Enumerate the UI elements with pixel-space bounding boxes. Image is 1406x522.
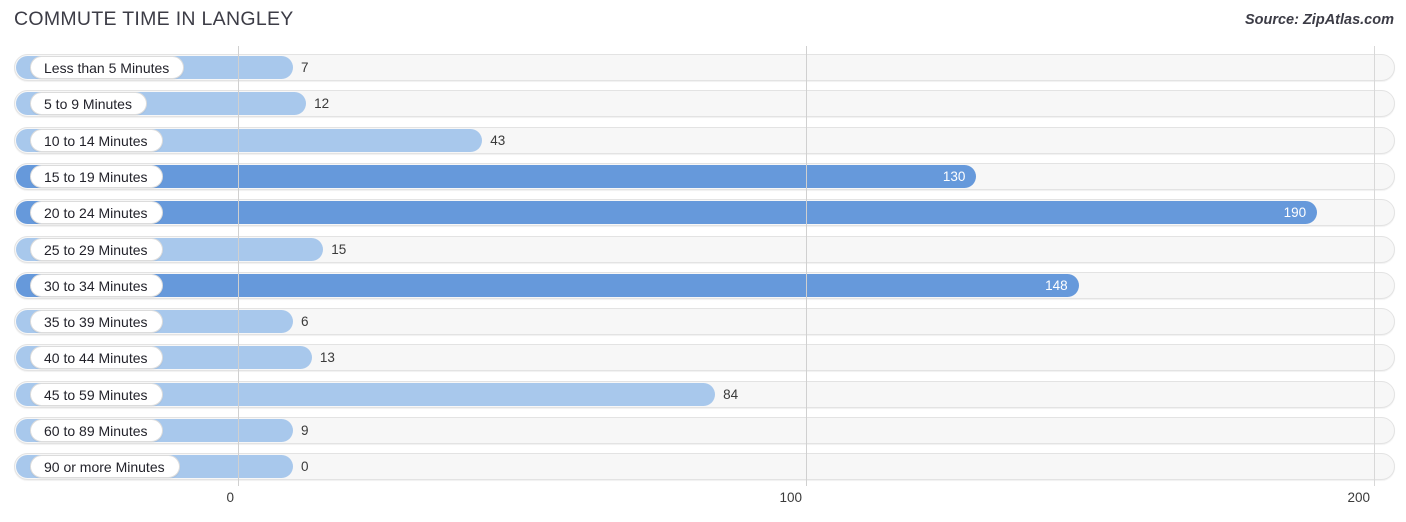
bar-value-label: 12	[314, 96, 330, 112]
page-title: COMMUTE TIME IN LANGLEY	[14, 8, 294, 30]
gridline-100	[806, 46, 807, 486]
bar-value-label: 0	[301, 459, 309, 475]
x-tick-label: 200	[1347, 490, 1370, 505]
x-axis: 0 100 200	[0, 487, 1406, 522]
gridline-0	[238, 46, 239, 486]
bar-value-label: 84	[723, 386, 739, 402]
bar-value-label: 13	[319, 350, 335, 366]
bar-value-label: 6	[301, 314, 309, 330]
bar-fill: 148	[16, 273, 1079, 297]
x-tick-label: 100	[779, 490, 802, 505]
bar-value-label: 43	[490, 132, 506, 148]
category-label: 15 to 19 Minutes	[30, 164, 163, 188]
category-label: 30 to 34 Minutes	[30, 273, 163, 297]
category-label: 60 to 89 Minutes	[30, 419, 163, 442]
bar-row[interactable]: 130 15 to 19 Minutes	[14, 162, 1395, 190]
bar-row[interactable]: 12 5 to 9 Minutes	[14, 90, 1395, 118]
bar-value-label: 148	[1045, 277, 1068, 293]
x-tick-label: 0	[226, 490, 234, 505]
source-attribution: Source: ZipAtlas.com	[1244, 12, 1394, 28]
category-label: 35 to 39 Minutes	[30, 310, 163, 334]
bar-row[interactable]: 7 Less than 5 Minutes	[14, 54, 1395, 81]
category-label: 90 or more Minutes	[30, 455, 180, 479]
bar-value-label: 15	[331, 241, 347, 257]
bar-fill: 190	[16, 201, 1318, 225]
bar-value-label: 130	[942, 168, 966, 184]
chart-plot-area: 7 Less than 5 Minutes 12 5 to 9 Minutes 43 10…	[0, 46, 1406, 486]
category-label: Less than 5 Minutes	[30, 56, 185, 79]
category-label: 40 to 44 Minutes	[30, 346, 163, 370]
bar-value-label: 7	[301, 60, 309, 75]
bar-row[interactable]: 13 40 to 44 Minutes	[14, 344, 1395, 372]
category-label: 10 to 14 Minutes	[30, 128, 163, 152]
category-label: 45 to 59 Minutes	[30, 382, 163, 406]
bar-row[interactable]: 9 60 to 89 Minutes	[14, 417, 1395, 444]
category-label: 20 to 24 Minutes	[30, 201, 163, 225]
bar-value-label: 9	[301, 423, 309, 438]
bar-row[interactable]: 84 45 to 59 Minutes	[14, 380, 1395, 408]
bar-row[interactable]: 148 30 to 34 Minutes	[14, 271, 1395, 299]
bar-value-label: 190	[1283, 205, 1307, 221]
bar-row[interactable]: 190 20 to 24 Minutes	[14, 199, 1395, 227]
bar-row[interactable]: 43 10 to 14 Minutes	[14, 126, 1395, 154]
bar-row[interactable]: 0 90 or more Minutes	[14, 453, 1395, 481]
bar-row[interactable]: 6 35 to 39 Minutes	[14, 308, 1395, 336]
category-label: 25 to 29 Minutes	[30, 237, 163, 261]
chart-header: COMMUTE TIME IN LANGLEY Source: ZipAtlas…	[0, 0, 1406, 44]
bar-row[interactable]: 15 25 to 29 Minutes	[14, 235, 1395, 263]
gridline-200	[1374, 46, 1375, 486]
category-label: 5 to 9 Minutes	[30, 92, 147, 116]
